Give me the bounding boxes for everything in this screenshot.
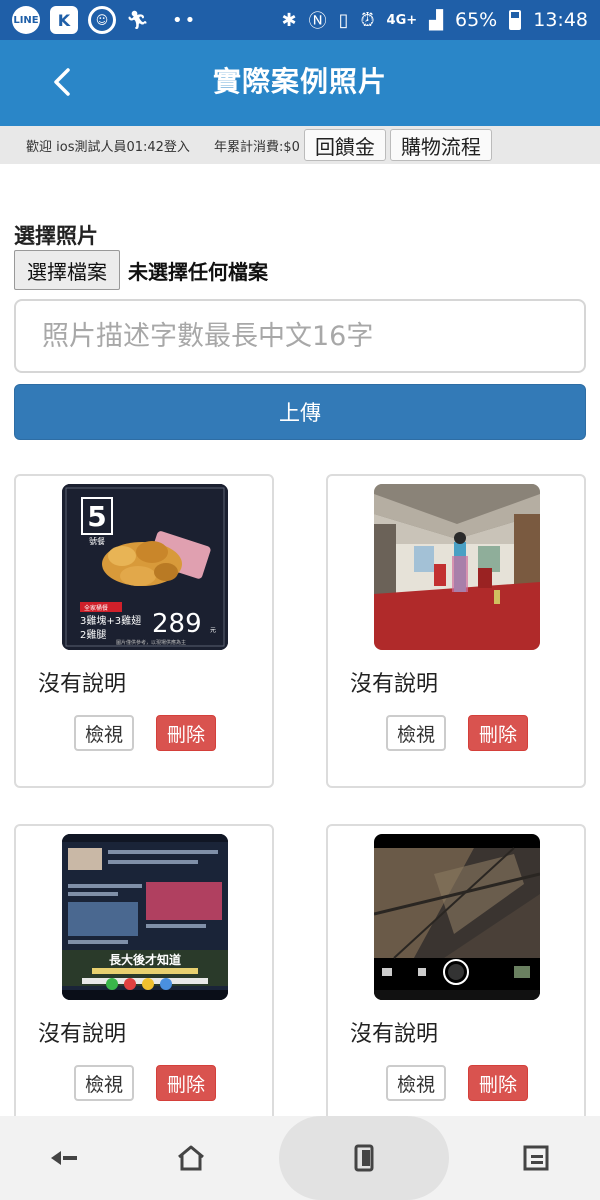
- page-title: 實際案例照片: [212, 65, 387, 98]
- svg-text:長大後才知道: 長大後才知道: [109, 952, 181, 967]
- phone-screenshot-photo: 長大後才知道: [62, 834, 228, 1000]
- back-arrow-icon: [50, 1151, 77, 1165]
- status-bar: LINE K ☺ 🏃︎ •• ✱ Ⓝ ▯ ⏰︎ 4G+ ▟ 65% 13:48: [0, 0, 600, 40]
- home-icon: [178, 1145, 205, 1171]
- photo-thumbnail[interactable]: [374, 484, 540, 650]
- vibrate-icon: ▯: [338, 9, 349, 31]
- choose-file-button[interactable]: 選擇檔案: [14, 250, 120, 290]
- annual-spend-text: 年累計消費:$0: [214, 139, 300, 155]
- user-info-bar: 歡迎 ios測試人員01:42登入 年累計消費:$0 回饋金 購物流程: [0, 126, 600, 164]
- system-nav-bar: [0, 1116, 600, 1200]
- nav-recents-button[interactable]: [278, 1116, 449, 1200]
- signal-icon: ▟: [429, 9, 443, 31]
- photo-card: 沒有說明 檢視 刪除: [326, 474, 586, 788]
- svg-text:3雞塊+3雞翅: 3雞塊+3雞翅: [80, 614, 141, 627]
- delete-button[interactable]: 刪除: [156, 1065, 216, 1101]
- photo-card: 沒有說明 檢視 刪除: [326, 824, 586, 1138]
- photo-description-input[interactable]: [14, 299, 586, 373]
- view-button[interactable]: 檢視: [386, 715, 446, 751]
- network-type-icon: 4G+: [386, 12, 418, 28]
- chat-app-icon: ☺: [88, 6, 116, 34]
- photo-caption: 沒有說明: [350, 672, 439, 697]
- nfc-icon: Ⓝ: [308, 11, 327, 32]
- file-picker-row: 選擇檔案 未選擇任何檔案: [14, 250, 268, 290]
- view-button[interactable]: 檢視: [386, 1065, 446, 1101]
- menu-list-icon: [523, 1145, 549, 1171]
- photo-card: 長大後才知道 沒有說明 檢視 刪除: [14, 824, 274, 1138]
- svg-text:圖片僅供參考，以現場供應為主: 圖片僅供參考，以現場供應為主: [116, 639, 186, 646]
- view-button[interactable]: 檢視: [74, 1065, 134, 1101]
- photo-card: 5 號餐 全家桶餐 3雞塊+3雞翅 2雞腿 289 元 圖片僅供參考，以現場供應…: [14, 474, 274, 788]
- recent-apps-icon: [354, 1144, 374, 1172]
- more-notifications-icon: ••: [172, 9, 198, 31]
- battery-icon: [509, 10, 522, 30]
- photo-thumbnail[interactable]: 長大後才知道: [62, 834, 228, 1000]
- rebate-button[interactable]: 回饋金: [303, 129, 386, 161]
- svg-text:2雞腿: 2雞腿: [80, 628, 106, 641]
- photo-thumbnail[interactable]: 5 號餐 全家桶餐 3雞塊+3雞翅 2雞腿 289 元 圖片僅供參考，以現場供應…: [62, 484, 228, 650]
- file-status-text: 未選擇任何檔案: [128, 259, 268, 284]
- svg-text:5: 5: [87, 500, 106, 533]
- photo-caption: 沒有說明: [350, 1022, 439, 1047]
- bluetooth-icon: ✱: [281, 9, 297, 31]
- svg-text:289: 289: [152, 609, 202, 639]
- welcome-text: 歡迎 ios測試人員01:42登入: [26, 139, 190, 155]
- view-button[interactable]: 檢視: [74, 715, 134, 751]
- alarm-icon: ⏰︎: [360, 9, 375, 31]
- k-app-icon: K: [50, 6, 78, 34]
- line-app-icon: LINE: [12, 6, 40, 34]
- app-bar: 實際案例照片: [0, 40, 600, 126]
- photo-caption: 沒有說明: [38, 1022, 127, 1047]
- photo-caption: 沒有說明: [38, 672, 127, 697]
- nav-menu-button[interactable]: [496, 1128, 576, 1188]
- nav-back-button[interactable]: [24, 1128, 104, 1188]
- fried-chicken-photo: 5 號餐 全家桶餐 3雞塊+3雞翅 2雞腿 289 元 圖片僅供參考，以現場供應…: [62, 484, 228, 650]
- battery-percent: 65%: [455, 9, 498, 31]
- camera-screenshot-photo: [374, 834, 540, 1000]
- fitness-icon: 🏃︎: [126, 9, 149, 31]
- svg-text:全家桶餐: 全家桶餐: [84, 604, 108, 612]
- svg-text:元: 元: [210, 627, 216, 634]
- delete-button[interactable]: 刪除: [156, 715, 216, 751]
- shopping-flow-button[interactable]: 購物流程: [389, 129, 492, 161]
- choose-photo-label: 選擇照片: [14, 224, 98, 248]
- delete-button[interactable]: 刪除: [468, 715, 528, 751]
- svg-text:號餐: 號餐: [89, 536, 105, 546]
- upload-button[interactable]: 上傳: [14, 384, 586, 440]
- stage-performance-photo: [374, 484, 540, 650]
- clock: 13:48: [533, 9, 588, 31]
- delete-button[interactable]: 刪除: [468, 1065, 528, 1101]
- photo-thumbnail[interactable]: [374, 834, 540, 1000]
- nav-home-button[interactable]: [151, 1128, 231, 1188]
